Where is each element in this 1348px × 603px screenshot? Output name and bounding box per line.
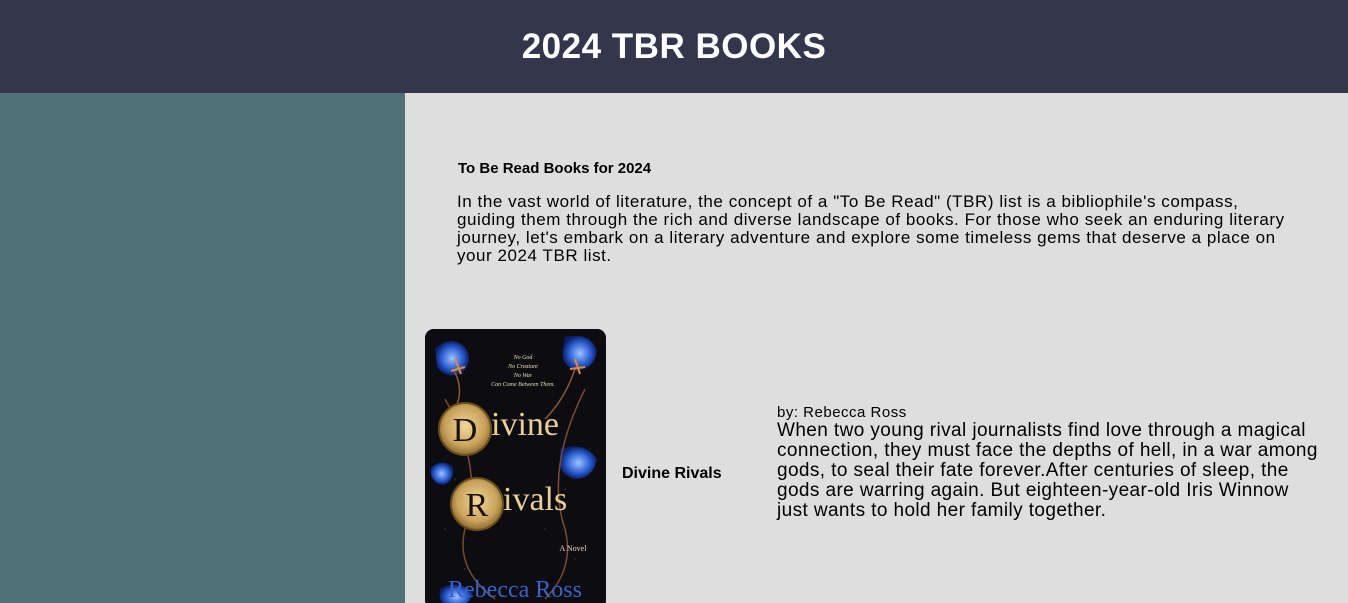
cover-author: Rebecca Ross [448, 577, 582, 603]
cover-tagline-2: No Creature [507, 364, 538, 370]
cover-tagline-3: No War [513, 373, 533, 379]
cover-initial-d: D [453, 412, 478, 449]
sidebar [0, 93, 405, 603]
cover-word-1: ivine [491, 406, 559, 443]
cover-word-2: ivals [503, 481, 567, 518]
cover-tagline-4: Can Come Between Them. [491, 382, 555, 388]
main-content: To Be Read Books for 2024 In the vast wo… [405, 93, 1348, 603]
intro-heading: To Be Read Books for 2024 [458, 160, 652, 177]
cover-tagline-1: No God [513, 355, 534, 361]
book-cover-image: No God No Creature No War Can Come Betwe… [425, 329, 606, 603]
book-title: Divine Rivals [622, 465, 722, 482]
page-title: 2024 TBR BOOKS [521, 26, 827, 66]
book-description: When two young rival journalists find lo… [777, 420, 1318, 521]
book-author: by: Rebecca Ross [777, 404, 907, 421]
intro-paragraph: In the vast world of literature, the con… [457, 192, 1285, 265]
cover-initial-r: R [466, 487, 489, 524]
page-header: 2024 TBR BOOKS [0, 0, 1348, 93]
cover-subtitle: A Novel [560, 544, 588, 553]
